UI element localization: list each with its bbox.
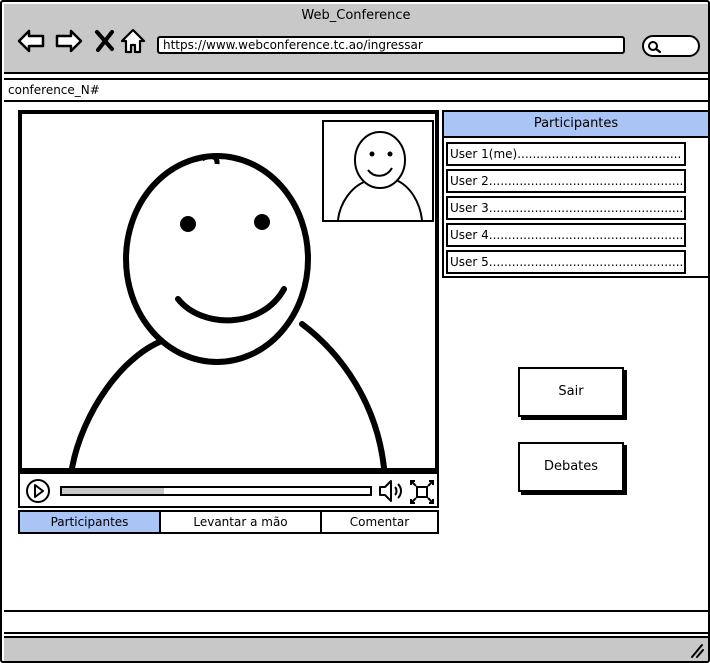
home-icon (120, 28, 146, 54)
volume-button[interactable] (378, 478, 406, 504)
play-button[interactable] (25, 478, 51, 504)
participants-header: Participantes (444, 112, 708, 138)
sair-button[interactable]: Sair (518, 367, 624, 417)
participants-panel: Participantes User 1(me)................… (442, 110, 710, 278)
resize-grip-icon[interactable] (688, 642, 704, 658)
tab-participantes[interactable]: Participantes (20, 512, 161, 532)
browser-titlebar: Web_Conference https://www.webconference… (4, 4, 708, 74)
participant-item[interactable]: User 3..................................… (446, 196, 686, 220)
self-view-thumbnail[interactable] (322, 120, 434, 222)
home-button[interactable] (118, 26, 148, 56)
x-icon (95, 30, 114, 52)
participant-item[interactable]: User 1(me)..............................… (446, 142, 686, 166)
fullscreen-button[interactable] (409, 479, 435, 505)
tab-levantar-a-mao[interactable]: Levantar a mão (161, 512, 322, 532)
debates-button[interactable]: Debates (518, 442, 624, 492)
window-title: Web_Conference (301, 8, 411, 23)
browser-search-button[interactable] (642, 35, 700, 57)
self-avatar-small (337, 131, 423, 220)
conference-tab-label: conference_N# (8, 83, 100, 97)
arrow-right-icon (55, 29, 83, 53)
main-video-feed (18, 110, 439, 472)
page-tab-strip: conference_N# (4, 78, 708, 102)
forward-button[interactable] (54, 26, 84, 56)
browser-window: Web_Conference https://www.webconference… (0, 0, 710, 663)
action-tab-bar: Participantes Levantar a mão Comentar (18, 510, 439, 534)
participant-item[interactable]: User 4..................................… (446, 223, 686, 247)
tab-comentar[interactable]: Comentar (322, 512, 437, 532)
bottom-bar (4, 636, 708, 661)
progress-bar-fill (62, 488, 164, 494)
fullscreen-icon (410, 480, 434, 504)
back-button[interactable] (16, 26, 46, 56)
progress-bar[interactable] (60, 486, 372, 496)
participant-item[interactable]: User 5..................................… (446, 250, 686, 274)
player-controls (18, 472, 439, 508)
participant-item[interactable]: User 2..................................… (446, 169, 686, 193)
stop-button[interactable] (90, 26, 120, 56)
status-bar (4, 610, 708, 634)
arrow-left-icon (17, 29, 45, 53)
play-icon (26, 479, 50, 503)
url-input[interactable]: https://www.webconference.tc.ao/ingressa… (157, 36, 625, 54)
speaker-icon (379, 480, 402, 502)
magnifier-icon (648, 41, 661, 54)
